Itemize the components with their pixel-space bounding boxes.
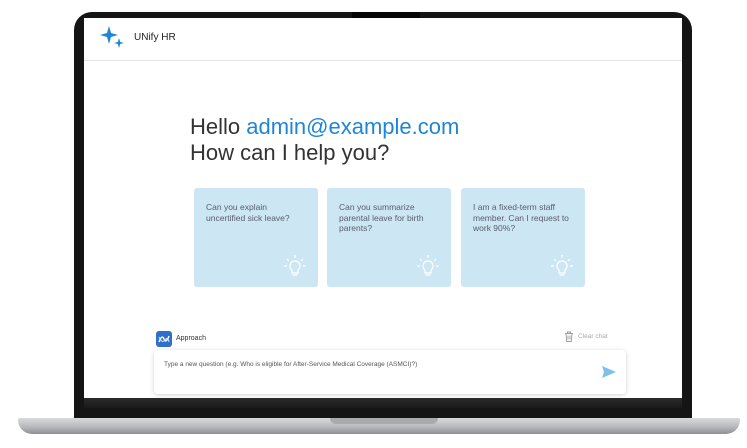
lightbulb-icon bbox=[417, 255, 439, 276]
question-box bbox=[154, 350, 626, 394]
laptop-base-lip bbox=[330, 418, 438, 424]
example-card-2[interactable]: Can you summarize parental leave for bir… bbox=[327, 188, 451, 287]
app-header: UNify HR bbox=[84, 18, 682, 61]
example-text: Can you explain uncertified sick leave? bbox=[206, 202, 290, 223]
lightbulb-icon bbox=[551, 255, 573, 276]
greeting: Hello admin@example.com How can I help y… bbox=[190, 114, 459, 166]
greeting-question: How can I help you? bbox=[190, 140, 390, 165]
send-icon bbox=[602, 366, 616, 378]
send-button[interactable] bbox=[600, 364, 618, 380]
greeting-line: Hello admin@example.com bbox=[190, 114, 459, 140]
lightbulb-icon bbox=[284, 255, 306, 276]
example-text: Can you summarize parental leave for bir… bbox=[339, 202, 424, 233]
screen-bottom-edge bbox=[84, 398, 682, 408]
app-title[interactable]: UNify HR bbox=[134, 32, 176, 43]
approach-label: Approach bbox=[176, 335, 206, 342]
example-text: I am a fixed-term staff member. Can I re… bbox=[473, 202, 569, 233]
clear-chat-label: Clear chat bbox=[578, 333, 608, 340]
laptop-screen: UNify HR Hello admin@example.com How can… bbox=[84, 18, 682, 406]
example-card-3[interactable]: I am a fixed-term staff member. Can I re… bbox=[461, 188, 585, 287]
greeting-prefix: Hello bbox=[190, 114, 247, 139]
question-input[interactable] bbox=[164, 358, 584, 370]
user-email: admin@example.com bbox=[246, 114, 460, 139]
example-card-1[interactable]: Can you explain uncertified sick leave? bbox=[194, 188, 318, 287]
trash-icon bbox=[565, 331, 573, 342]
sparkle-logo-icon[interactable] bbox=[100, 25, 126, 51]
approach-icon bbox=[156, 331, 172, 347]
